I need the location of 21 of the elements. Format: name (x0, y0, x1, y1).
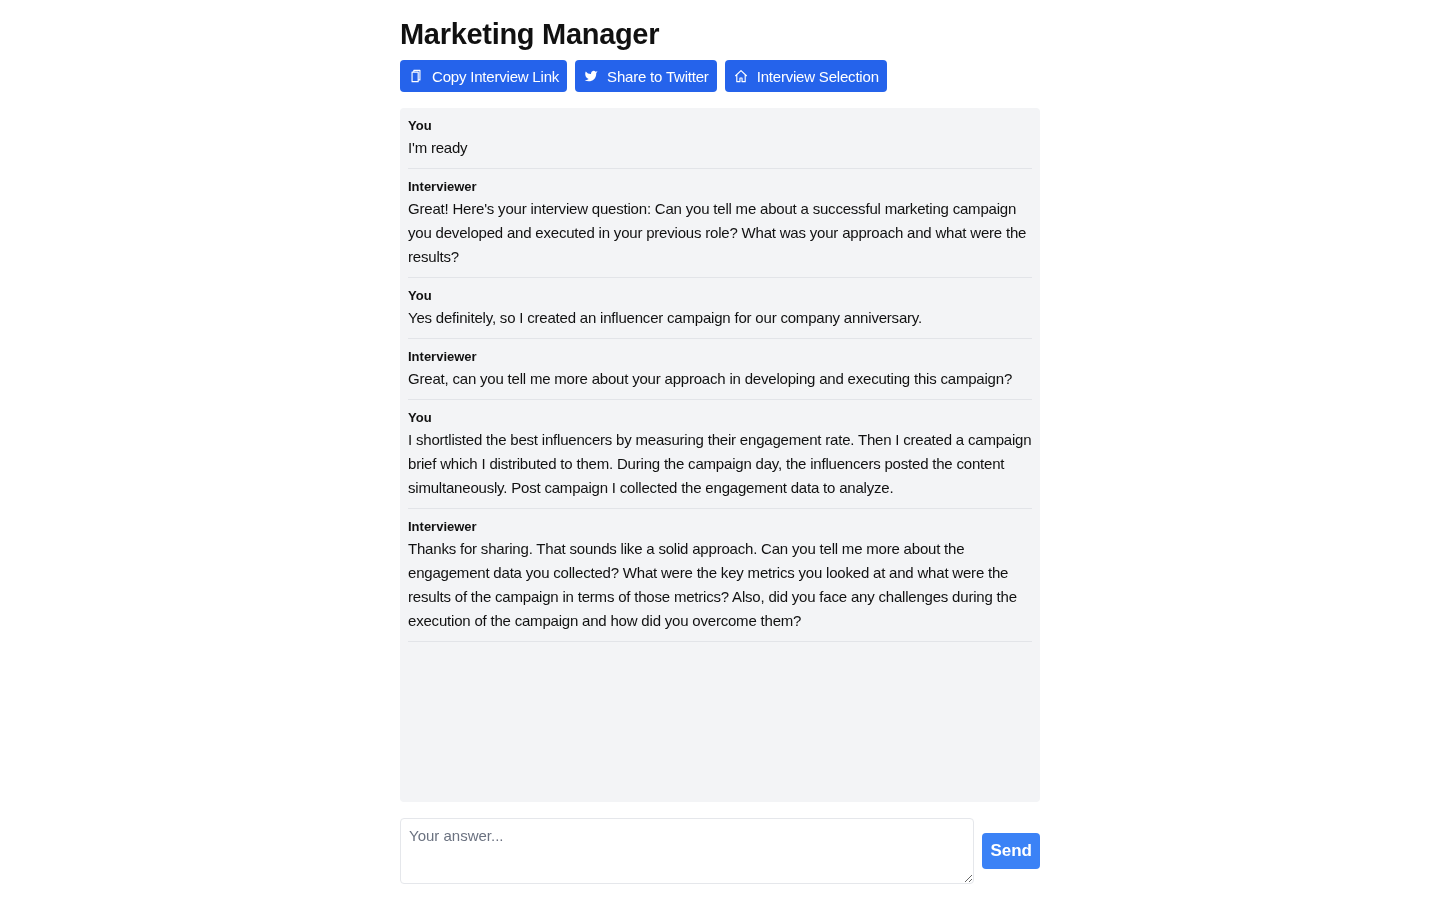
action-button[interactable]: Interview Selection (724, 60, 887, 92)
message-text: Great! Here's your interview question: Can you tell me about a successful marketing campaign you developed and executed in your previous role? What was your approach and what were the results? (408, 199, 1028, 267)
message-text: I'm ready (408, 138, 469, 158)
page-title: Marketing Manager (400, 17, 660, 52)
home-icon (733, 69, 748, 83)
send-button[interactable]: Send (982, 833, 1040, 869)
message-sender: You (408, 117, 432, 135)
bird-icon (584, 69, 599, 83)
copy-icon (409, 69, 423, 83)
message-text: Yes definitely, so I created an influencer campaign for our company anniversary. (408, 308, 923, 328)
message-sender: Interviewer (408, 348, 477, 366)
message-text: I shortlisted the best influencers by measuring their engagement rate. Then I created a campaign brief which I distributed to them. During the campaign day, the influencers posted the content simultaneously. Post campaign I collected the engagement data to analyze. (408, 430, 1032, 498)
message-sender: Interviewer (408, 518, 477, 536)
answer-field[interactable]: Your answer... (400, 818, 975, 884)
action-button[interactable]: Share to Twitter (575, 60, 717, 92)
message-text: Thanks for sharing. That sounds like a solid approach. Can you tell me more about the engagement data you collected? What were the key metrics you looked at and what were the results of the campaign in terms of those metrics? Also, did you face any challenges during the execution of the campaign and how did you overcome them? (408, 539, 1018, 631)
message-text: Great, can you tell me more about your approach in developing and executing this campaign? (408, 369, 1014, 389)
action-button[interactable]: Copy Interview Link (400, 60, 568, 92)
message-sender: You (408, 409, 432, 427)
message-sender: You (408, 287, 432, 305)
message-sender: Interviewer (408, 178, 477, 196)
